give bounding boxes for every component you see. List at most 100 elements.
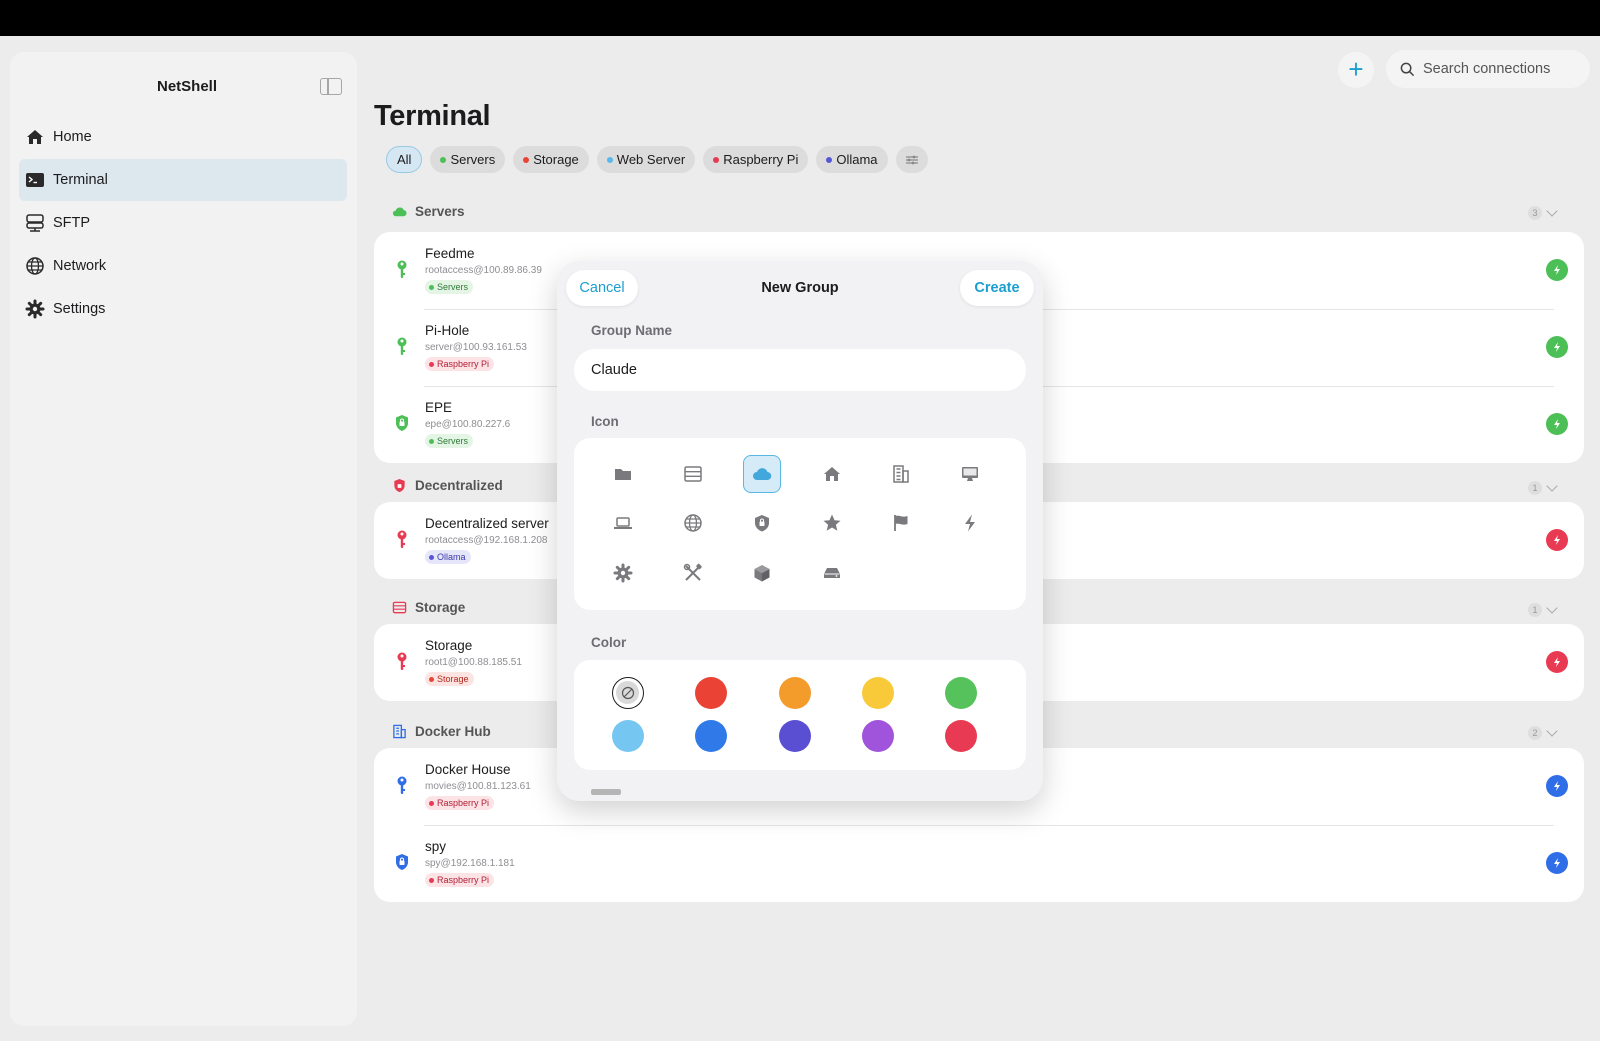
connect-button[interactable] (1546, 336, 1568, 358)
sidebar-item-settings[interactable]: Settings (19, 288, 347, 330)
connection-address: server@100.93.161.53 (425, 342, 527, 353)
tag-label: Servers (437, 282, 469, 292)
group-name-input[interactable]: Claude (574, 349, 1026, 391)
icon-option-star[interactable] (813, 504, 851, 542)
sidebar-item-sftp[interactable]: SFTP (19, 202, 347, 244)
icon-option-bolt[interactable] (951, 504, 989, 542)
gear-icon (613, 563, 633, 583)
sidebar-item-home[interactable]: Home (19, 116, 347, 158)
section-header-storage[interactable]: Storage (392, 600, 465, 615)
sidebar-toggle-icon[interactable] (320, 78, 342, 95)
icon-option-folder[interactable] (604, 455, 642, 493)
color-dot (440, 156, 447, 163)
cancel-button[interactable]: Cancel (566, 270, 638, 306)
filter-chip-raspberry-pi[interactable]: Raspberry Pi (703, 146, 809, 173)
group-tag: Raspberry Pi (425, 873, 495, 887)
color-option-yellow[interactable] (862, 677, 894, 709)
section-header-docker-hub[interactable]: Docker Hub (392, 724, 491, 739)
chevron-down-icon (1546, 205, 1558, 217)
color-option-orange[interactable] (779, 677, 811, 709)
icon-option-server[interactable] (674, 455, 712, 493)
filter-chip-all[interactable]: All (386, 146, 423, 173)
create-button[interactable]: Create (960, 270, 1034, 306)
connect-button[interactable] (1546, 259, 1568, 281)
section-header-servers[interactable]: Servers (392, 204, 465, 219)
color-dot (429, 877, 434, 883)
table-row[interactable]: spy spy@192.168.1.181 Raspberry Pi (374, 825, 1584, 902)
section-header-decentralized[interactable]: Decentralized (392, 478, 503, 493)
chip-label: Servers (450, 152, 496, 167)
color-option-pink-red[interactable] (945, 720, 977, 752)
icon-option-flag[interactable] (882, 504, 920, 542)
section-count: 2 (1528, 725, 1558, 740)
icon-option-globe[interactable] (674, 504, 712, 542)
connection-name: Decentralized server (425, 516, 549, 531)
laptop-icon (614, 517, 632, 529)
icon-option-drive[interactable] (813, 554, 851, 592)
icon-option-house[interactable] (813, 455, 851, 493)
group-tag: Servers (425, 280, 474, 294)
bolt-icon (1554, 265, 1560, 275)
connect-button[interactable] (1546, 852, 1568, 874)
cloud-icon (392, 207, 407, 217)
key-icon (397, 530, 407, 548)
section-title: Storage (415, 600, 466, 615)
page-title: Terminal (374, 100, 491, 132)
icon-option-shield[interactable] (743, 504, 781, 542)
bolt-icon (1554, 858, 1560, 868)
bolt-icon (1554, 657, 1560, 667)
icon-option-tools[interactable] (674, 554, 712, 592)
color-dot (606, 156, 613, 163)
group-tag: Raspberry Pi (425, 796, 495, 810)
chevron-down-icon (1546, 725, 1558, 737)
globe-icon (26, 257, 44, 275)
bolt-icon (965, 514, 975, 532)
gear-icon (25, 299, 45, 319)
icon-option-building[interactable] (882, 455, 920, 493)
filter-chip-servers[interactable]: Servers (430, 146, 506, 173)
filter-chip-web-server[interactable]: Web Server (596, 146, 696, 173)
color-option-blue[interactable] (695, 720, 727, 752)
color-option-red[interactable] (695, 677, 727, 709)
color-dot (826, 156, 833, 163)
sidebar-item-label: Terminal (53, 172, 108, 188)
terminal-icon (26, 173, 44, 187)
icon-option-cloud[interactable] (743, 455, 781, 493)
tag-label: Raspberry Pi (437, 875, 490, 885)
color-option-indigo[interactable] (779, 720, 811, 752)
tag-label: Ollama (437, 552, 466, 562)
lock-icon (396, 854, 408, 870)
filter-chip-ollama[interactable]: Ollama (816, 146, 888, 173)
cloud-icon (753, 468, 772, 481)
connect-button[interactable] (1546, 775, 1568, 797)
house-icon (27, 130, 43, 144)
search-box[interactable] (1386, 50, 1590, 88)
tag-label: Raspberry Pi (437, 798, 490, 808)
connection-name: Docker House (425, 762, 511, 777)
search-input[interactable] (1423, 61, 1573, 77)
icon-option-gear[interactable] (604, 554, 642, 592)
system-top-bar (0, 0, 1600, 36)
color-option-purple[interactable] (862, 720, 894, 752)
add-connection-button[interactable]: + (1338, 52, 1374, 88)
shield-icon (394, 478, 405, 493)
filter-options-button[interactable] (895, 146, 928, 173)
folder-icon (615, 469, 631, 480)
color-option-light-blue[interactable] (612, 720, 644, 752)
connect-button[interactable] (1546, 413, 1568, 435)
icon-picker (574, 438, 1026, 610)
color-option-none[interactable] (612, 677, 644, 709)
sidebar-item-terminal[interactable]: Terminal (19, 159, 347, 201)
icon-option-cube[interactable] (743, 554, 781, 592)
connect-button[interactable] (1546, 529, 1568, 551)
drive-icon (824, 568, 840, 578)
icon-option-desktop[interactable] (951, 455, 989, 493)
color-option-green[interactable] (945, 677, 977, 709)
sidebar-item-network[interactable]: Network (19, 245, 347, 287)
icon-option-laptop[interactable] (604, 504, 642, 542)
filter-chip-storage[interactable]: Storage (513, 146, 589, 173)
chip-label: Storage (533, 152, 579, 167)
section-title: Servers (415, 204, 465, 219)
connect-button[interactable] (1546, 651, 1568, 673)
color-picker (574, 660, 1026, 770)
